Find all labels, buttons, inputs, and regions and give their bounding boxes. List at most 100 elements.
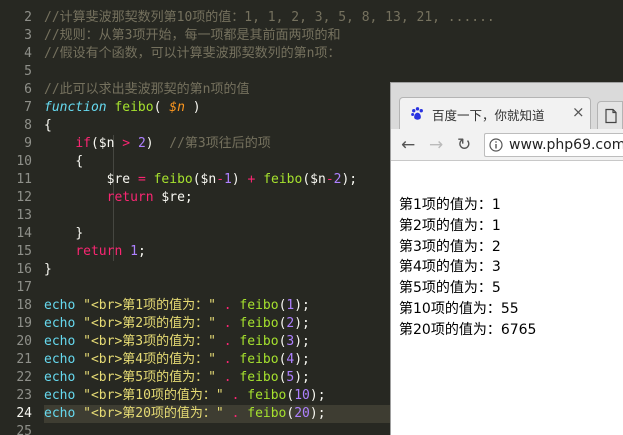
brace: {: [75, 154, 84, 169]
operator: -: [325, 172, 334, 187]
back-icon[interactable]: ←: [401, 135, 415, 155]
function-call: feibo: [239, 334, 279, 349]
result-line: 第5项的值为：5: [399, 280, 501, 297]
argument: ($n: [302, 172, 326, 187]
result-line: 第1项的值为：1: [399, 197, 501, 213]
semicolon: ;: [137, 244, 146, 259]
line-number: 8: [24, 118, 32, 133]
url-text[interactable]: www.php69.com/: [509, 137, 623, 153]
result-list: 第1项的值为：1 第2项的值为：1 第3项的值为：2 第4项的值为：3 第5项的值为：5…: [399, 195, 536, 341]
result-line: 第10项的值为：55: [399, 300, 519, 317]
line-number: 15: [16, 244, 32, 259]
code-line-2[interactable]: //计算斐波那契数列第10项的值：1, 1, 2, 3, 5, 8, 13, 2…: [44, 9, 623, 27]
paren: ): [231, 172, 240, 187]
function-call: feibo: [239, 298, 279, 313]
line-number: 7: [24, 100, 32, 115]
number: 3: [286, 334, 295, 349]
concat-operator: .: [231, 406, 240, 421]
concat-operator: .: [223, 370, 232, 385]
new-tab-button[interactable]: [597, 101, 623, 129]
number: 2: [137, 136, 146, 151]
function-call: feibo: [239, 316, 279, 331]
line-number: 21: [16, 352, 32, 367]
function-call: feibo: [239, 352, 279, 367]
concat-operator: .: [231, 388, 240, 403]
string-literal: "<br>第4项的值为：": [83, 352, 216, 367]
brace: }: [75, 226, 84, 241]
operator: +: [247, 172, 256, 187]
string-literal: "<br>第10项的值为：": [83, 388, 224, 403]
line-number: 3: [24, 28, 32, 43]
line-number: 14: [16, 226, 32, 241]
concat-operator: .: [223, 298, 232, 313]
parameter: $n: [169, 100, 185, 115]
return-keyword: return: [75, 244, 123, 259]
result-line: 第4项的值为：3: [399, 259, 501, 276]
paren: (: [153, 100, 162, 115]
page-icon: [605, 108, 617, 124]
echo-keyword: echo: [44, 388, 76, 403]
browser-window[interactable]: 百度一下，你就知道 × ← → ↻ www.php69.com/ 第1项的值为：…: [390, 82, 623, 435]
reload-icon[interactable]: ↻: [457, 135, 471, 155]
code-line-4[interactable]: //假设有个函数，可以计算斐波那契数列的第n项：: [44, 45, 623, 63]
line-number: 4: [24, 46, 32, 61]
line-number: 16: [16, 262, 32, 277]
echo-keyword: echo: [44, 334, 76, 349]
brace: }: [44, 262, 52, 277]
code-line-3[interactable]: //规则：从第3项开始，每一项都是其前面两项的和: [44, 27, 623, 45]
echo-keyword: echo: [44, 370, 76, 385]
line-number: 20: [16, 334, 32, 349]
function-name: feibo: [114, 100, 154, 115]
number: 1: [286, 298, 295, 313]
line-number: 18: [16, 298, 32, 313]
line-number: 24: [16, 406, 32, 421]
line-number: 23: [16, 388, 32, 403]
number: 1: [130, 244, 138, 259]
concat-operator: .: [223, 316, 232, 331]
operator: >: [122, 136, 131, 151]
number: 10: [294, 388, 310, 403]
page-content: 第1项的值为：1 第2项的值为：1 第3项的值为：2 第4项的值为：3 第5项的值为：5…: [391, 162, 623, 435]
line-number: 6: [24, 82, 32, 97]
function-call: feibo: [239, 370, 279, 385]
function-call: feibo: [247, 388, 287, 403]
line-number: 12: [16, 190, 32, 205]
operator: -: [216, 172, 225, 187]
brace: {: [44, 118, 52, 133]
result-line: 第2项的值为：1: [399, 217, 501, 234]
info-icon[interactable]: [489, 138, 503, 152]
code-line-5[interactable]: [44, 63, 623, 81]
variable: $re;: [161, 190, 193, 205]
number: 1: [224, 172, 232, 187]
function-call: feibo: [153, 172, 193, 187]
number: 5: [286, 370, 295, 385]
forward-icon[interactable]: →: [429, 135, 443, 155]
line-number: 9: [24, 136, 32, 151]
string-literal: "<br>第20项的值为：": [83, 406, 224, 421]
tab-title: 百度一下，你就知道: [432, 108, 545, 123]
tab-baidu[interactable]: 百度一下，你就知道 ×: [399, 97, 591, 129]
operator: =: [137, 172, 146, 187]
line-number: 25: [16, 424, 32, 435]
address-bar[interactable]: www.php69.com/: [484, 133, 623, 157]
variable: $n: [98, 136, 115, 151]
baidu-paw-icon: [411, 107, 423, 120]
comment: //假设有个函数，可以计算斐波那契数列的第n项：: [44, 46, 341, 61]
line-number: 17: [16, 280, 32, 295]
line-number: 5: [24, 64, 32, 79]
variable: $re: [106, 172, 131, 187]
paren: );: [341, 172, 358, 187]
concat-operator: .: [223, 334, 232, 349]
comment: //此可以求出斐波那契的第n项的值: [44, 82, 250, 97]
echo-keyword: echo: [44, 298, 76, 313]
comment: //第3项往后的项: [169, 136, 271, 151]
concat-operator: .: [223, 352, 232, 367]
number: 2: [286, 316, 295, 331]
function-call: feibo: [263, 172, 303, 187]
paren: ): [192, 100, 201, 115]
line-number: 10: [16, 154, 32, 169]
result-line: 第3项的值为：2: [399, 238, 501, 255]
result-line: 第20项的值为：6765: [399, 321, 537, 338]
close-icon[interactable]: ×: [572, 103, 585, 121]
string-literal: "<br>第5项的值为：": [83, 370, 216, 385]
